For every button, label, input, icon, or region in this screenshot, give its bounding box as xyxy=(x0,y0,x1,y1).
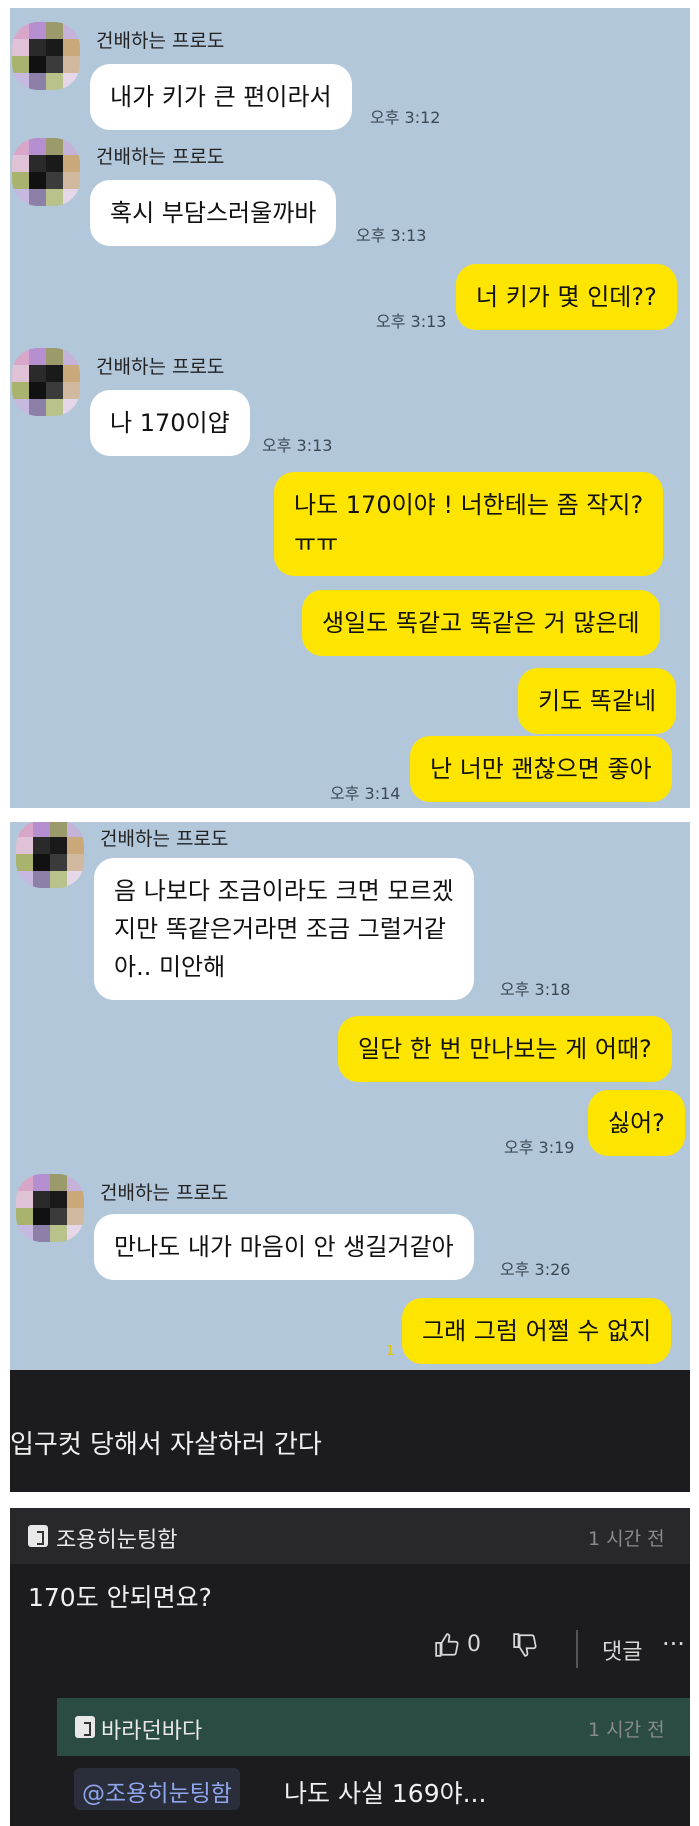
message-time: 오후 3:18 xyxy=(500,980,571,999)
dislike-button[interactable] xyxy=(512,1632,538,1658)
message-time: 오후 3:12 xyxy=(370,108,441,127)
message-bubble[interactable]: 난 너만 괜찮으면 좋아 xyxy=(410,736,672,802)
sender-name: 건배하는 프로도 xyxy=(100,828,229,850)
sender-name: 건배하는 프로도 xyxy=(96,356,225,378)
divider xyxy=(576,1630,578,1668)
mention-tag[interactable]: @조용히눈팅함 xyxy=(74,1768,240,1810)
avatar[interactable] xyxy=(12,348,80,416)
like-button[interactable]: 0 xyxy=(434,1632,481,1658)
message-time: 오후 3:13 xyxy=(376,312,447,331)
message-bubble[interactable]: 나 170이얍 xyxy=(90,390,250,456)
comments-section: 조용히눈팅함 1 시간 전 170도 안되면요? 0 댓글 ··· 바라던바다 … xyxy=(10,1508,690,1826)
post-title-bar: 입구컷 당해서 자살하러 간다 xyxy=(10,1370,690,1492)
message-time: 오후 3:13 xyxy=(262,436,333,455)
avatar[interactable] xyxy=(16,822,84,888)
message-bubble[interactable]: 그래 그럼 어쩔 수 없지 xyxy=(402,1298,672,1364)
reply-text: 나도 사실 169야... xyxy=(284,1779,487,1808)
chat-screenshot-1: 건배하는 프로도 내가 키가 큰 편이라서 오후 3:12 건배하는 프로도 혹… xyxy=(10,8,690,808)
message-bubble[interactable]: 싫어? xyxy=(588,1090,685,1156)
message-line: 나도 170이야 ! 너한테는 좀 작지? xyxy=(294,491,644,519)
level-badge-icon xyxy=(28,1525,48,1547)
thumbs-down-icon xyxy=(513,1633,537,1657)
message-line: 지만 똑같은거라면 조금 그럴거같 xyxy=(114,915,447,943)
avatar[interactable] xyxy=(12,138,80,206)
sender-name: 건배하는 프로도 xyxy=(100,1182,229,1204)
reply-author[interactable]: 바라던바다 xyxy=(101,1713,202,1745)
like-count: 0 xyxy=(467,1632,481,1657)
reply-header: 바라던바다 1 시간 전 xyxy=(57,1698,690,1756)
message-bubble[interactable]: 생일도 똑같고 똑같은 거 많은데 xyxy=(302,590,660,656)
message-time: 오후 3:14 xyxy=(330,784,401,803)
comment-time: 1 시간 전 xyxy=(588,1528,665,1550)
message-bubble[interactable]: 일단 한 번 만나보는 게 어때? xyxy=(338,1016,672,1082)
message-line: ㅠㅠ xyxy=(294,529,339,557)
sender-name: 건배하는 프로도 xyxy=(96,146,225,168)
comment-actions: 0 댓글 ··· xyxy=(10,1626,690,1670)
avatar[interactable] xyxy=(12,22,80,90)
thumbs-up-icon xyxy=(435,1633,459,1657)
message-bubble[interactable]: 혹시 부담스러울까바 xyxy=(90,180,337,246)
message-bubble[interactable]: 너 키가 몇 인데?? xyxy=(456,264,677,330)
message-bubble[interactable]: 내가 키가 큰 편이라서 xyxy=(90,64,352,130)
avatar[interactable] xyxy=(16,1174,84,1242)
comment-header: 조용히눈팅함 1 시간 전 xyxy=(10,1508,690,1564)
unread-count: 1 xyxy=(386,1344,395,1359)
level-badge-icon xyxy=(75,1716,95,1738)
message-time: 오후 3:26 xyxy=(500,1260,571,1279)
comment-text: 170도 안되면요? xyxy=(28,1583,212,1612)
more-icon[interactable]: ··· xyxy=(662,1630,685,1658)
comment-author[interactable]: 조용히눈팅함 xyxy=(56,1522,177,1554)
message-bubble[interactable]: 나도 170이야 ! 너한테는 좀 작지? ㅠㅠ xyxy=(274,472,664,576)
message-bubble[interactable]: 음 나보다 조금이라도 크면 모르겠 지만 똑같은거라면 조금 그럴거같 아..… xyxy=(94,858,474,1000)
reply-button[interactable]: 댓글 xyxy=(602,1634,642,1666)
message-bubble[interactable]: 만나도 내가 마음이 안 생길거같아 xyxy=(94,1214,474,1280)
chat-screenshot-2: 건배하는 프로도 음 나보다 조금이라도 크면 모르겠 지만 똑같은거라면 조금… xyxy=(10,822,690,1370)
post-title: 입구컷 당해서 자살하러 간다 xyxy=(10,1430,322,1460)
message-bubble[interactable]: 키도 똑같네 xyxy=(518,668,677,734)
message-line: 아.. 미안해 xyxy=(114,953,226,981)
reply-time: 1 시간 전 xyxy=(588,1719,665,1741)
message-time: 오후 3:19 xyxy=(504,1138,575,1157)
sender-name: 건배하는 프로도 xyxy=(96,30,225,52)
message-time: 오후 3:13 xyxy=(356,226,427,245)
message-line: 음 나보다 조금이라도 크면 모르겠 xyxy=(114,877,454,905)
